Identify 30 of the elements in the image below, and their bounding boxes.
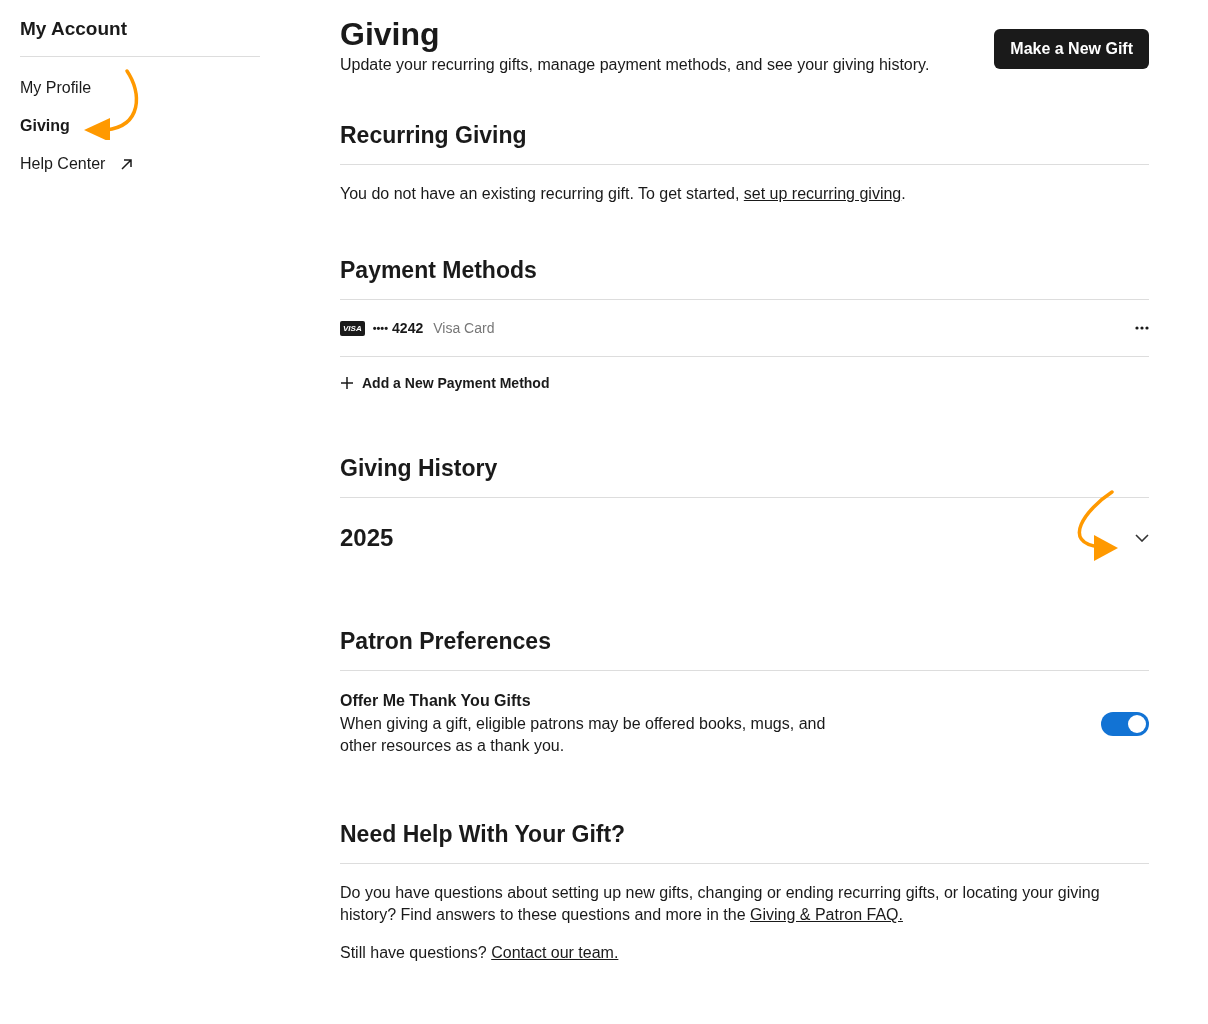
recurring-text: You do not have an existing recurring gift. To get started, set up recurring giving.	[340, 184, 907, 204]
card-label: Visa Card	[433, 320, 495, 336]
preference-description: When giving a gift, eligible patrons may be offered books, mugs, and other resources as a thank you.	[340, 714, 827, 756]
sidebar-link[interactable]: Giving	[20, 117, 70, 135]
help-contact-text: Still have questions? Contact our team.	[340, 943, 620, 963]
card-number: 4242	[392, 320, 424, 336]
page-subtitle: Update your recurring gifts, manage payment methods, and see your giving history.	[340, 55, 930, 75]
toggle-switch[interactable]	[1101, 712, 1149, 736]
section-heading: Giving History	[340, 453, 1149, 498]
make-gift-button[interactable]: Make a New Gift	[994, 29, 1149, 69]
sidebar-link[interactable]: Help Center	[20, 155, 106, 173]
page-title: Giving	[340, 15, 441, 54]
sidebar-title: My Account	[20, 18, 260, 57]
section-heading: Need Help With Your Gift?	[340, 819, 1149, 864]
year-label: 2025	[340, 524, 394, 552]
card-brand-icon: VISA	[340, 320, 365, 336]
section-heading: Payment Methods	[340, 255, 1149, 300]
chevron-icon[interactable]	[1135, 534, 1149, 542]
faq-link[interactable]: Giving & Patron FAQ.	[750, 906, 903, 923]
section-heading: Recurring Giving	[340, 120, 1149, 165]
sidebar-link[interactable]: My Profile	[20, 79, 92, 97]
setup-link[interactable]: set up recurring giving	[743, 185, 902, 202]
contact-link[interactable]: Contact our team.	[491, 944, 619, 961]
add-payment-button[interactable]: Add a New Payment Method	[340, 375, 550, 391]
section-heading: Patron Preferences	[340, 626, 1149, 671]
plus-icon	[340, 376, 354, 390]
card-dots: ••••	[372, 322, 389, 334]
help-text: Do you have questions about setting up new gifts, changing or ending recurring gifts, or locating your giving history? Find answers to these questions and more in the Giving & Patron FAQ.	[340, 883, 1101, 925]
more-icon[interactable]	[1135, 326, 1149, 330]
preference-title: Offer Me Thank You Gifts	[340, 691, 532, 711]
